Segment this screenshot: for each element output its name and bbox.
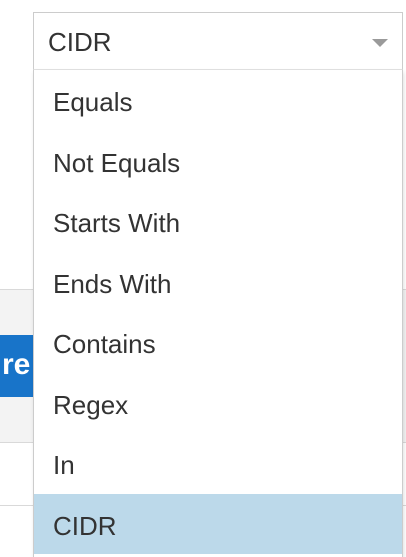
operator-select-value: CIDR	[48, 27, 112, 57]
option-label: Ends With	[53, 268, 172, 299]
option-label: Regex	[53, 389, 129, 420]
option-label: Not Equals	[53, 147, 181, 178]
background-button-label: re	[2, 348, 31, 381]
option-label: Equals	[53, 87, 133, 117]
option-label: Starts With	[53, 208, 181, 238]
option-label: In	[53, 450, 75, 480]
operator-dropdown-menu: Equals Not Equals Starts With Ends With …	[33, 70, 403, 557]
option-equals[interactable]: Equals	[34, 70, 402, 131]
page: re CIDR Equals Not Equals Starts With En…	[0, 0, 406, 557]
option-not-equals[interactable]: Not Equals	[34, 131, 402, 192]
option-label: Contains	[53, 329, 156, 359]
option-cidr[interactable]: CIDR	[34, 493, 402, 554]
operator-select[interactable]: CIDR	[33, 12, 403, 70]
option-label: CIDR	[53, 510, 117, 541]
chevron-down-icon[interactable]	[372, 39, 388, 47]
option-regex[interactable]: Regex	[34, 373, 402, 434]
option-in[interactable]: In	[34, 433, 402, 494]
option-contains[interactable]: Contains	[34, 312, 402, 373]
option-ends-with[interactable]: Ends With	[34, 252, 402, 313]
option-starts-with[interactable]: Starts With	[34, 191, 402, 252]
